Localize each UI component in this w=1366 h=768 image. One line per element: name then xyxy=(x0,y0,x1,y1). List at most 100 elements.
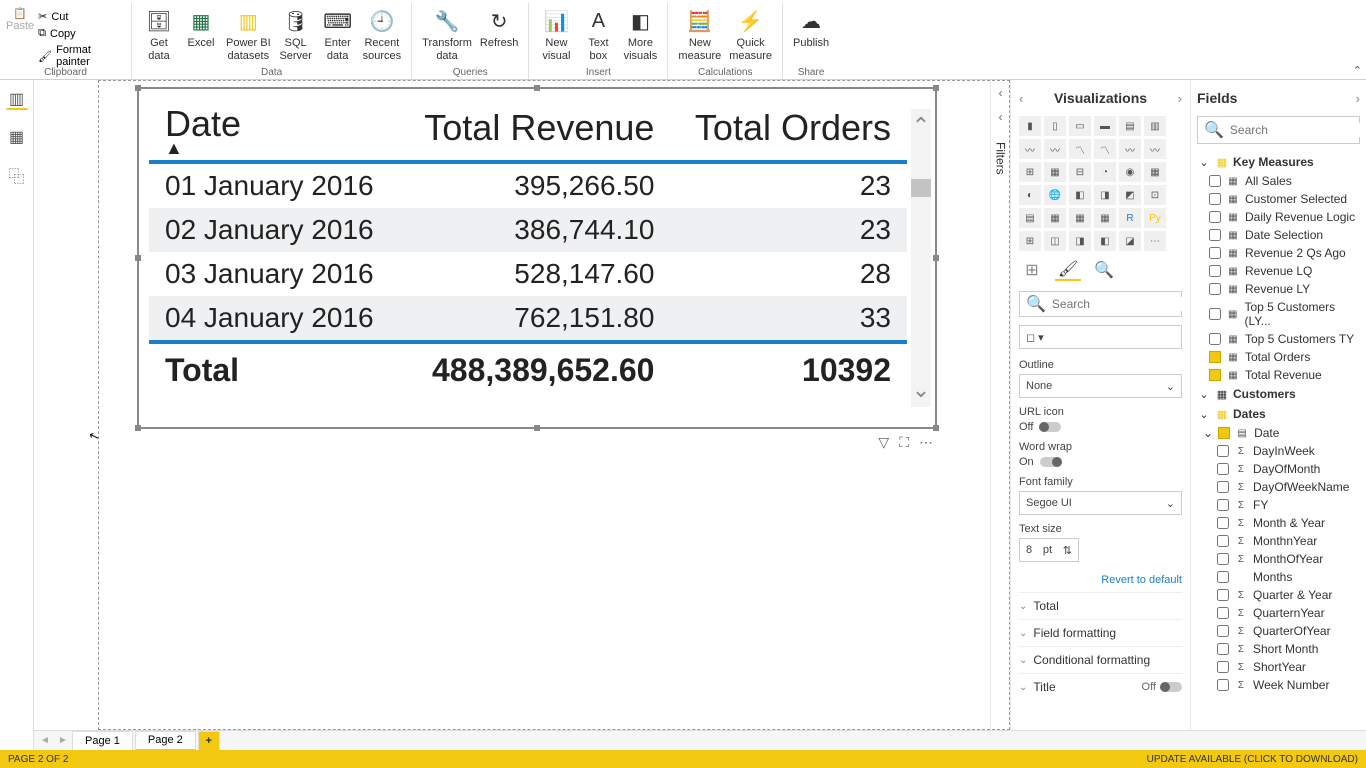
excel-button[interactable]: ▦Excel xyxy=(180,5,222,52)
title-toggle[interactable] xyxy=(1160,682,1182,692)
field-item[interactable]: ΣDayInWeek xyxy=(1197,442,1360,460)
field-checkbox[interactable] xyxy=(1217,589,1229,601)
field-checkbox[interactable] xyxy=(1217,661,1229,673)
update-available-link[interactable]: UPDATE AVAILABLE (CLICK TO DOWNLOAD) xyxy=(1147,754,1358,765)
field-item[interactable]: ΣQuarterOfYear xyxy=(1197,622,1360,640)
viz-type-tile[interactable]: ▦ xyxy=(1044,208,1066,228)
cut-button[interactable]: ✂Cut xyxy=(36,9,127,24)
url-icon-toggle[interactable] xyxy=(1039,422,1061,432)
col-header-orders[interactable]: Total Orders xyxy=(670,95,907,162)
viz-type-tile[interactable]: ▦ xyxy=(1044,162,1066,182)
scrollbar[interactable]: ⌃ ⌄ xyxy=(911,109,931,407)
ribbon-collapse-icon[interactable]: ⌃ xyxy=(1353,64,1362,77)
field-item[interactable]: ▦Total Revenue xyxy=(1197,366,1360,384)
chevron-left-icon[interactable]: ‹ xyxy=(999,110,1003,124)
resize-handle[interactable] xyxy=(534,425,540,431)
field-item[interactable]: ▦Revenue 2 Qs Ago xyxy=(1197,244,1360,262)
viz-type-tile[interactable]: ▯ xyxy=(1044,116,1066,136)
field-item[interactable]: ▦Revenue LQ xyxy=(1197,262,1360,280)
field-item[interactable]: ΣQuarter & Year xyxy=(1197,586,1360,604)
table-row[interactable]: 04 January 2016762,151.8033 xyxy=(149,296,907,342)
viz-type-tile[interactable]: ▦ xyxy=(1144,162,1166,182)
viz-type-tile[interactable]: ⋯ xyxy=(1144,231,1166,251)
viz-type-tile[interactable]: R xyxy=(1119,208,1141,228)
format-search-input[interactable] xyxy=(1052,297,1207,311)
outline-select[interactable]: None⌄ xyxy=(1019,374,1182,398)
field-checkbox[interactable] xyxy=(1217,571,1229,583)
text-size-input[interactable]: 8pt⇅ xyxy=(1019,538,1079,562)
report-view-icon[interactable]: ▥ xyxy=(6,88,28,110)
field-item[interactable]: ΣMonthOfYear xyxy=(1197,550,1360,568)
chevron-left-icon[interactable]: ‹ xyxy=(999,86,1003,100)
resize-handle[interactable] xyxy=(135,255,141,261)
viz-type-tile[interactable]: ▮ xyxy=(1019,116,1041,136)
revert-link[interactable]: Revert to default xyxy=(1019,574,1182,586)
viz-type-tile[interactable]: ▦ xyxy=(1069,208,1091,228)
resize-handle[interactable] xyxy=(933,255,939,261)
field-item[interactable]: ▦Customer Selected xyxy=(1197,190,1360,208)
field-checkbox[interactable] xyxy=(1217,535,1229,547)
resize-handle[interactable] xyxy=(135,425,141,431)
field-checkbox[interactable] xyxy=(1209,211,1221,223)
chevron-left-icon[interactable]: ‹ xyxy=(1019,91,1023,106)
fields-search[interactable]: 🔍 xyxy=(1197,116,1360,144)
field-item[interactable]: ΣQuarternYear xyxy=(1197,604,1360,622)
resize-handle[interactable] xyxy=(933,425,939,431)
viz-type-tile[interactable]: ⊟ xyxy=(1069,162,1091,182)
viz-type-tile[interactable]: ▦ xyxy=(1094,208,1116,228)
tab-nav-prev[interactable]: ◄ xyxy=(36,735,54,746)
copy-button[interactable]: ⧉Copy xyxy=(36,26,127,41)
format-search[interactable]: 🔍 xyxy=(1019,291,1182,317)
conditional-formatting-section[interactable]: ⌄Conditional formatting xyxy=(1019,646,1182,673)
field-checkbox[interactable] xyxy=(1209,247,1221,259)
field-item[interactable]: ΣDayOfWeekName xyxy=(1197,478,1360,496)
field-item[interactable]: ΣShortYear xyxy=(1197,658,1360,676)
viz-type-tile[interactable]: ▥ xyxy=(1144,116,1166,136)
tab-nav-next[interactable]: ► xyxy=(54,735,72,746)
stepper-icon[interactable]: ⇅ xyxy=(1063,544,1072,557)
viz-type-tile[interactable]: ◔ xyxy=(1094,162,1116,182)
field-checkbox[interactable] xyxy=(1217,553,1229,565)
filter-icon[interactable]: ▽ xyxy=(878,434,889,451)
table-row[interactable]: 03 January 2016528,147.6028 xyxy=(149,252,907,296)
viz-type-tile[interactable]: 〽 xyxy=(1069,139,1091,159)
viz-type-tile[interactable]: ◫ xyxy=(1044,231,1066,251)
viz-type-tile[interactable]: 〰 xyxy=(1044,139,1066,159)
field-checkbox[interactable] xyxy=(1209,193,1221,205)
field-item[interactable]: ▦Daily Revenue Logic xyxy=(1197,208,1360,226)
enter-data-button[interactable]: ⌨Enter data xyxy=(317,5,359,64)
resize-handle[interactable] xyxy=(135,85,141,91)
field-item[interactable]: ▦Date Selection xyxy=(1197,226,1360,244)
sql-button[interactable]: 🛢SQL Server xyxy=(275,5,317,64)
table-visual[interactable]: Date▲ Total Revenue Total Orders 01 Janu… xyxy=(137,87,937,429)
tab-page1[interactable]: Page 1 xyxy=(72,731,133,751)
field-formatting-section[interactable]: ⌄Field formatting xyxy=(1019,619,1182,646)
field-checkbox[interactable] xyxy=(1209,333,1221,345)
chevron-right-icon[interactable]: › xyxy=(1178,91,1182,106)
viz-type-tile[interactable]: 〰 xyxy=(1019,139,1041,159)
viz-type-tile[interactable]: ◨ xyxy=(1094,185,1116,205)
tab-page2[interactable]: Page 2 xyxy=(135,731,196,751)
scroll-thumb[interactable] xyxy=(911,179,931,197)
field-item[interactable]: ΣDayOfMonth xyxy=(1197,460,1360,478)
model-view-icon[interactable]: ⿻ xyxy=(6,164,28,186)
field-item[interactable]: ▦Revenue LY xyxy=(1197,280,1360,298)
viz-type-tile[interactable]: ◩ xyxy=(1119,185,1141,205)
viz-type-tile[interactable]: ▬ xyxy=(1094,116,1116,136)
title-section[interactable]: ⌄TitleOff xyxy=(1019,673,1182,700)
viz-type-tile[interactable]: ⊞ xyxy=(1019,231,1041,251)
viz-type-tile[interactable]: 〰 xyxy=(1144,139,1166,159)
filters-pane-collapsed[interactable]: ‹ ‹ Filters xyxy=(990,80,1010,730)
viz-type-tile[interactable]: ▭ xyxy=(1069,116,1091,136)
viz-type-tile[interactable]: ◧ xyxy=(1069,185,1091,205)
viz-type-tile[interactable]: 〰 xyxy=(1119,139,1141,159)
field-checkbox[interactable] xyxy=(1217,679,1229,691)
pbi-datasets-button[interactable]: ▥Power BI datasets xyxy=(222,5,275,64)
field-item[interactable]: ▦Top 5 Customers TY xyxy=(1197,330,1360,348)
field-checkbox[interactable] xyxy=(1217,517,1229,529)
format-well-icon[interactable]: 🖌 xyxy=(1055,259,1081,281)
field-checkbox[interactable] xyxy=(1209,265,1221,277)
field-checkbox[interactable] xyxy=(1209,229,1221,241)
field-checkbox[interactable] xyxy=(1217,643,1229,655)
font-family-select[interactable]: Segoe UI⌄ xyxy=(1019,491,1182,515)
